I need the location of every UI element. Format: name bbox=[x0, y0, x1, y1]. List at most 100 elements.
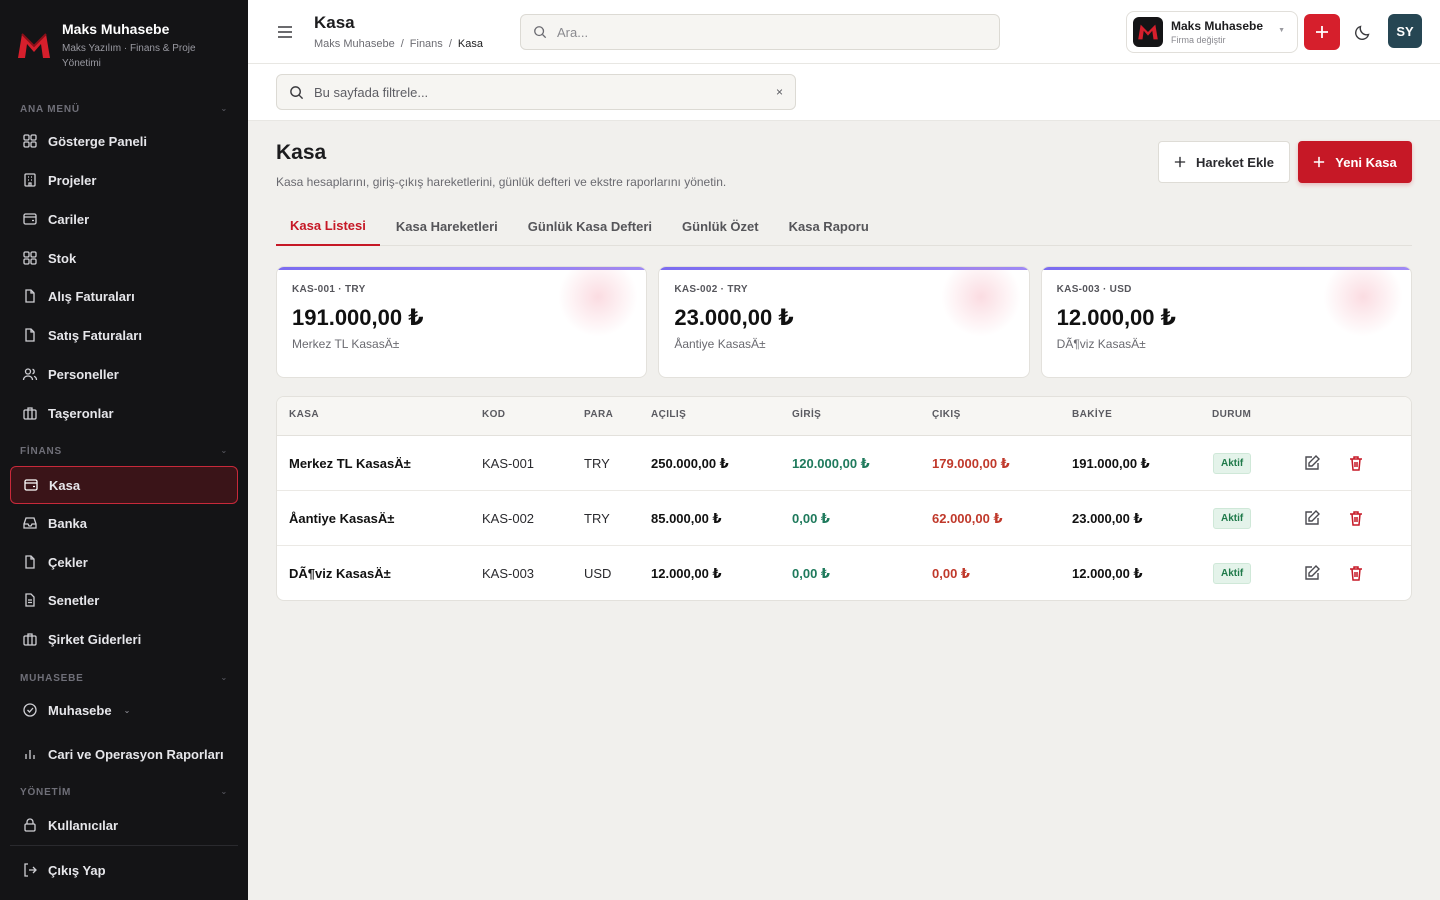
sidebar-item-senetler[interactable]: Senetler bbox=[10, 582, 238, 618]
tab-kasa-hareketleri[interactable]: Kasa Hareketleri bbox=[382, 206, 512, 246]
page-title: Kasa bbox=[314, 13, 355, 33]
sidebar-item-label: Şirket Giderleri bbox=[48, 632, 141, 647]
sidebar-item-kullanicilar[interactable]: Kullanıcılar bbox=[10, 807, 238, 843]
breadcrumb-separator: / bbox=[401, 38, 404, 50]
cell-acilis: 12.000,00 ₺ bbox=[651, 566, 722, 582]
sidebar-item-raporlar[interactable]: Cari ve Operasyon Raporları bbox=[10, 736, 238, 772]
edit-icon[interactable] bbox=[1303, 564, 1321, 582]
card-name: Å antiye KasasÄ± bbox=[674, 337, 765, 351]
cell-cikis: 0,00 ₺ bbox=[932, 566, 970, 582]
global-search-input[interactable] bbox=[557, 25, 977, 40]
breadcrumb-item[interactable]: Finans bbox=[410, 38, 443, 50]
sidebar-item-label: Personeller bbox=[48, 367, 119, 382]
plus-icon bbox=[1313, 156, 1325, 168]
tab-gunluk-ozet[interactable]: Günlük Özet bbox=[668, 206, 773, 246]
column-header-bakiye[interactable]: BAKİYE bbox=[1072, 409, 1112, 420]
table-row[interactable]: Merkez TL KasasÄ± KAS-001 TRY 250.000,00… bbox=[277, 436, 1411, 491]
column-header-durum[interactable]: DURUM bbox=[1212, 409, 1251, 420]
search-icon bbox=[289, 85, 304, 100]
grid-icon bbox=[22, 133, 38, 149]
trash-icon[interactable] bbox=[1347, 454, 1365, 472]
briefcase-icon bbox=[22, 405, 38, 421]
sidebar-item-dashboard[interactable]: Gösterge Paneli bbox=[10, 123, 238, 159]
cash-card[interactable]: KAS-002 · TRY 23.000,00 ₺ Å antiye Kasas… bbox=[658, 266, 1029, 378]
card-decoration bbox=[1323, 266, 1403, 337]
clear-filter-button[interactable]: × bbox=[776, 85, 783, 99]
card-amount: 12.000,00 ₺ bbox=[1057, 305, 1176, 331]
table-row[interactable]: DÃ¶viz KasasÄ± KAS-003 USD 12.000,00 ₺ 0… bbox=[277, 546, 1411, 601]
edit-icon[interactable] bbox=[1303, 454, 1321, 472]
cell-bakiye: 191.000,00 ₺ bbox=[1072, 456, 1150, 472]
sidebar-item-cekler[interactable]: Çekler bbox=[10, 544, 238, 580]
column-header-para[interactable]: PARA bbox=[584, 409, 613, 420]
sidebar-item-satis-faturalari[interactable]: Satış Faturaları bbox=[10, 317, 238, 353]
sidebar-divider bbox=[10, 845, 238, 846]
sidebar-item-sirket-giderleri[interactable]: Şirket Giderleri bbox=[10, 621, 238, 657]
cash-card[interactable]: KAS-001 · TRY 191.000,00 ₺ Merkez TL Kas… bbox=[276, 266, 647, 378]
sidebar-item-label: Senetler bbox=[48, 593, 99, 608]
add-movement-button[interactable]: Hareket Ekle bbox=[1158, 141, 1290, 183]
sidebar-item-muhasebe[interactable]: Muhasebe ⌄ bbox=[10, 692, 238, 728]
card-name: DÃ¶viz KasasÄ± bbox=[1057, 337, 1146, 351]
cell-cikis: 62.000,00 ₺ bbox=[932, 511, 1003, 527]
tab-kasa-raporu[interactable]: Kasa Raporu bbox=[775, 206, 883, 246]
company-switcher[interactable]: Maks Muhasebe Firma değiştir ▼ bbox=[1126, 11, 1298, 53]
cell-giris: 0,00 ₺ bbox=[792, 511, 830, 527]
card-code: KAS-002 · TRY bbox=[674, 284, 748, 295]
hamburger-menu-icon[interactable] bbox=[276, 23, 294, 41]
sidebar-item-banka[interactable]: Banka bbox=[10, 505, 238, 541]
section-finans[interactable]: FİNANS ⌄ bbox=[20, 446, 228, 457]
tabs: Kasa Listesi Kasa Hareketleri Günlük Kas… bbox=[276, 206, 1412, 246]
sidebar-item-label: Cariler bbox=[48, 212, 89, 227]
sidebar-item-personeller[interactable]: Personeller bbox=[10, 356, 238, 392]
column-header-kod[interactable]: KOD bbox=[482, 409, 505, 420]
cell-cikis: 179.000,00 ₺ bbox=[932, 456, 1010, 472]
column-header-giris[interactable]: GİRİŞ bbox=[792, 409, 821, 420]
table-row[interactable]: Å antiye KasasÄ± KAS-002 TRY 85.000,00 ₺… bbox=[277, 491, 1411, 546]
sidebar-item-alis-faturalari[interactable]: Alış Faturaları bbox=[10, 278, 238, 314]
sidebar-item-label: Kullanıcılar bbox=[48, 818, 118, 833]
breadcrumb-item[interactable]: Maks Muhasebe bbox=[314, 38, 395, 50]
trash-icon[interactable] bbox=[1347, 509, 1365, 527]
table-header: KASA KOD PARA AÇILIŞ GİRİŞ ÇIKIŞ BAKİYE … bbox=[277, 397, 1411, 436]
column-header-cikis[interactable]: ÇIKIŞ bbox=[932, 409, 961, 420]
section-muhasebe[interactable]: MUHASEBE ⌄ bbox=[20, 673, 228, 684]
sidebar-item-kasa[interactable]: Kasa bbox=[10, 466, 238, 504]
sidebar-item-label: Muhasebe bbox=[48, 703, 112, 718]
section-yonetim[interactable]: YÖNETİM ⌄ bbox=[20, 787, 228, 798]
grid-icon bbox=[22, 250, 38, 266]
page-filter-input[interactable] bbox=[314, 85, 754, 100]
page-filter[interactable]: × bbox=[276, 74, 796, 110]
trash-icon[interactable] bbox=[1347, 564, 1365, 582]
cell-bakiye: 23.000,00 ₺ bbox=[1072, 511, 1143, 527]
cash-card[interactable]: KAS-003 · USD 12.000,00 ₺ DÃ¶viz KasasÄ± bbox=[1041, 266, 1412, 378]
logout-button[interactable]: Çıkış Yap bbox=[10, 852, 238, 888]
user-avatar[interactable]: SY bbox=[1388, 14, 1422, 48]
new-cash-account-button[interactable]: Yeni Kasa bbox=[1298, 141, 1412, 183]
edit-icon[interactable] bbox=[1303, 509, 1321, 527]
card-name: Merkez TL KasasÄ± bbox=[292, 337, 399, 351]
quick-add-button[interactable] bbox=[1304, 14, 1340, 50]
card-amount: 191.000,00 ₺ bbox=[292, 305, 424, 331]
sidebar-item-stok[interactable]: Stok bbox=[10, 240, 238, 276]
building-icon bbox=[22, 172, 38, 188]
cell-kod: KAS-002 bbox=[482, 511, 534, 526]
document-icon bbox=[22, 288, 38, 304]
filter-bar: × bbox=[248, 64, 1440, 121]
breadcrumb-separator: / bbox=[449, 38, 452, 50]
moon-icon[interactable] bbox=[1354, 23, 1372, 41]
bar-chart-icon bbox=[22, 746, 38, 762]
sidebar-item-projects[interactable]: Projeler bbox=[10, 162, 238, 198]
tab-kasa-listesi[interactable]: Kasa Listesi bbox=[276, 206, 380, 246]
chevron-down-icon: ⌄ bbox=[220, 104, 228, 115]
sidebar-item-taseronlar[interactable]: Taşeronlar bbox=[10, 395, 238, 431]
button-label: Hareket Ekle bbox=[1196, 155, 1274, 170]
tab-gunluk-kasa-defteri[interactable]: Günlük Kasa Defteri bbox=[514, 206, 666, 246]
global-search[interactable] bbox=[520, 14, 1000, 50]
column-header-acilis[interactable]: AÇILIŞ bbox=[651, 409, 686, 420]
column-header-kasa[interactable]: KASA bbox=[289, 409, 319, 420]
sidebar-item-cariler[interactable]: Cariler bbox=[10, 201, 238, 237]
cell-kasa: Merkez TL KasasÄ± bbox=[289, 456, 411, 471]
section-ana-menu[interactable]: ANA MENÜ ⌄ bbox=[20, 104, 228, 115]
plus-icon bbox=[1174, 156, 1186, 168]
